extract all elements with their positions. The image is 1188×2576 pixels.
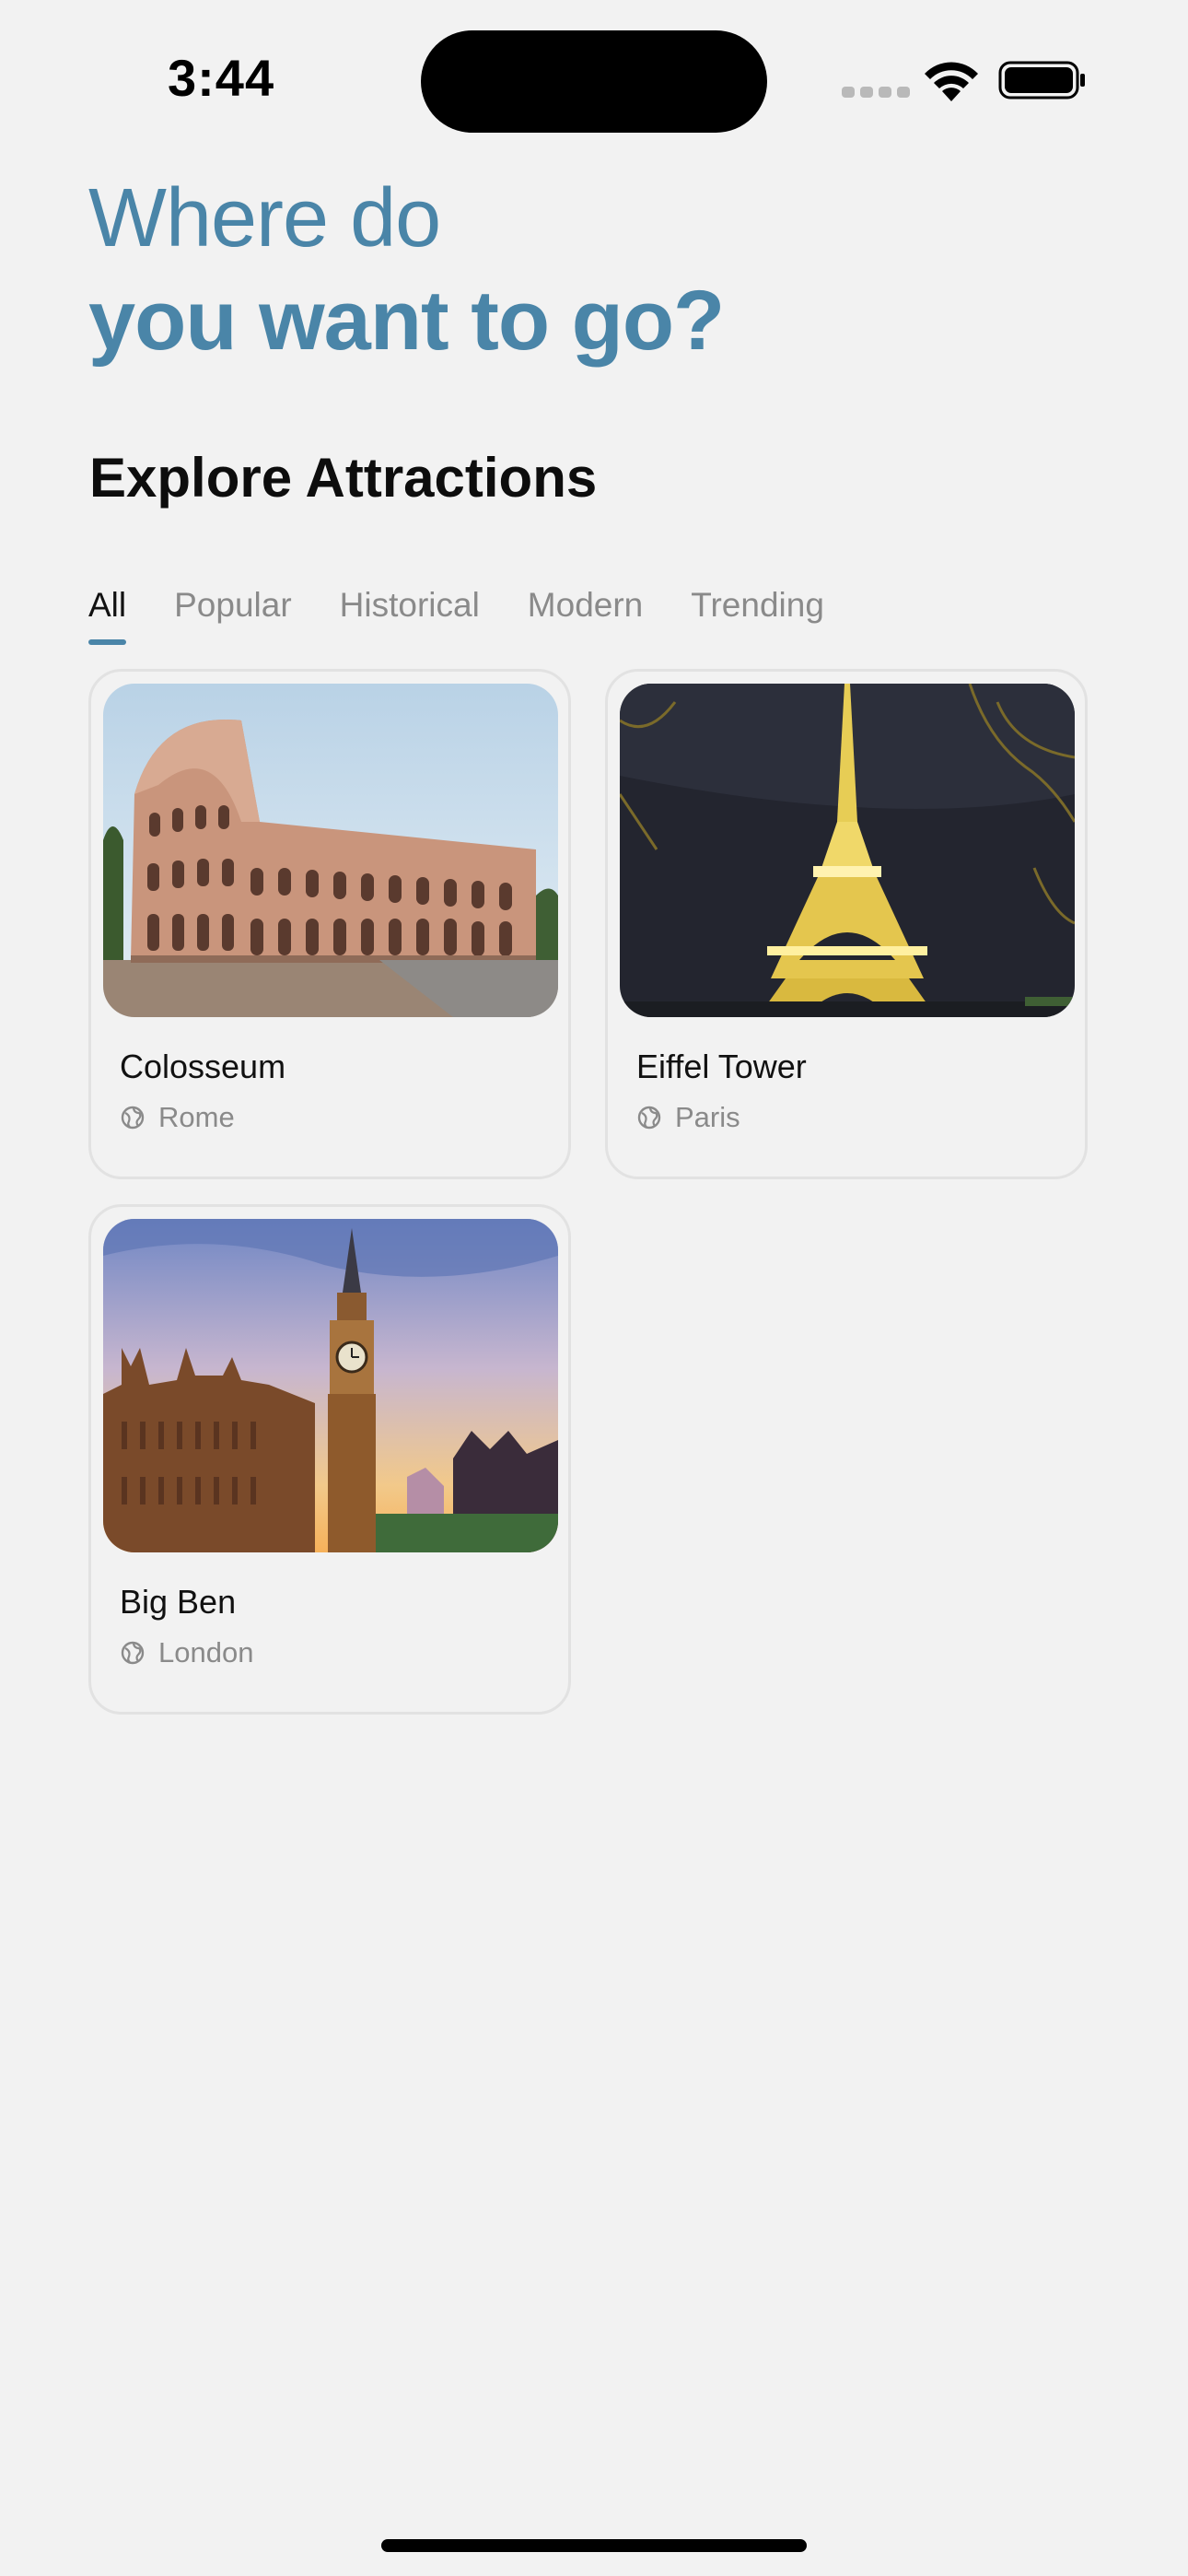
attraction-location: London bbox=[120, 1636, 253, 1669]
tab-all[interactable]: All bbox=[88, 586, 127, 645]
location-label: London bbox=[158, 1636, 254, 1669]
tab-historical[interactable]: Historical bbox=[340, 586, 480, 645]
attraction-location: Rome bbox=[120, 1101, 235, 1134]
status-time: 3:44 bbox=[168, 49, 275, 107]
home-indicator[interactable] bbox=[381, 2539, 807, 2552]
attraction-card-eiffel-tower[interactable]: Eiffel Tower Paris bbox=[605, 669, 1088, 1179]
wifi-icon bbox=[925, 62, 978, 101]
section-title: Explore Attractions bbox=[89, 447, 598, 509]
page-title-line1: Where do bbox=[88, 172, 441, 264]
globe-icon bbox=[637, 1106, 661, 1130]
screen: 3:44 Where do you want to go? Explore At… bbox=[0, 0, 1188, 2576]
attraction-card-colosseum[interactable]: Colosseum Rome bbox=[88, 669, 571, 1179]
attraction-card-big-ben[interactable]: Big Ben London bbox=[88, 1204, 571, 1715]
page-title-line2: you want to go? bbox=[88, 274, 725, 368]
attraction-name: Colosseum bbox=[120, 1048, 286, 1085]
location-label: Paris bbox=[675, 1101, 740, 1133]
globe-icon bbox=[121, 1641, 145, 1665]
dynamic-island bbox=[421, 30, 767, 133]
tab-modern[interactable]: Modern bbox=[528, 586, 643, 645]
eiffel-tower-image bbox=[620, 684, 1075, 1017]
big-ben-image bbox=[103, 1219, 558, 1552]
attraction-location: Paris bbox=[636, 1101, 740, 1134]
cellular-signal-icon bbox=[842, 87, 910, 98]
battery-icon bbox=[998, 61, 1085, 100]
attraction-name: Big Ben bbox=[120, 1583, 237, 1621]
colosseum-image bbox=[103, 684, 558, 1017]
location-label: Rome bbox=[158, 1101, 235, 1133]
tab-popular[interactable]: Popular bbox=[174, 586, 292, 645]
tab-trending[interactable]: Trending bbox=[691, 586, 824, 645]
attraction-name: Eiffel Tower bbox=[636, 1048, 807, 1085]
category-tabs: All Popular Historical Modern Trending bbox=[88, 586, 872, 645]
globe-icon bbox=[121, 1106, 145, 1130]
